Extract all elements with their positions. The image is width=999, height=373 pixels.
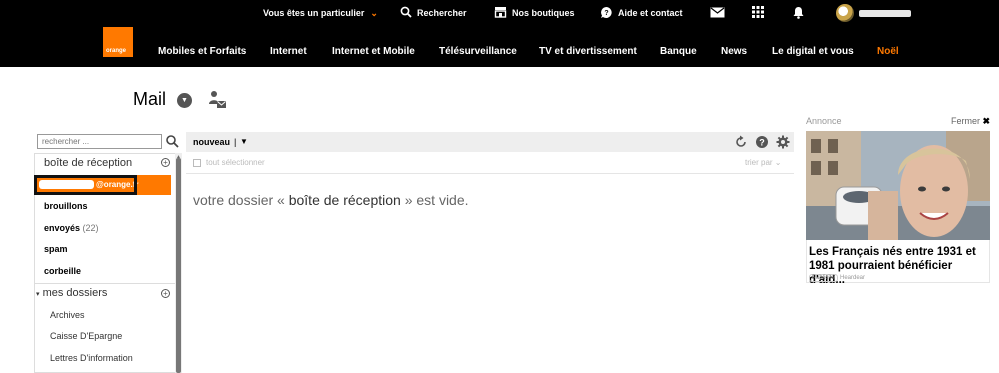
refresh-button[interactable] <box>734 135 748 149</box>
nav-item-internet-mobile[interactable]: Internet et Mobile <box>332 46 415 57</box>
selection-bar <box>186 154 794 174</box>
divider <box>34 283 175 284</box>
top-bar: Vous êtes un particulier ⌄ Rechercher No… <box>0 0 999 67</box>
folder-search-input[interactable] <box>37 134 162 149</box>
search-icon <box>166 135 179 148</box>
logo-text: orange <box>106 48 127 54</box>
particulier-menu[interactable]: Vous êtes un particulier ⌄ <box>263 0 378 26</box>
shop-icon <box>494 6 507 20</box>
apps-button[interactable] <box>752 0 764 26</box>
nav-item-digital[interactable]: Le digital et vous <box>772 46 854 57</box>
chevron-down-icon: ⌄ <box>370 7 378 18</box>
sort-label: trier par <box>745 158 773 167</box>
ad-close-button[interactable]: Fermer ✖ <box>951 116 990 127</box>
help-icon: ? <box>756 136 768 148</box>
new-options-dropdown[interactable]: ▼ <box>240 137 248 146</box>
page-title: Mail <box>133 89 167 109</box>
help-bubble-icon: ? <box>600 6 613 21</box>
help-link-label: Aide et contact <box>618 8 683 18</box>
folder-scrollbar-thumb[interactable] <box>176 158 181 373</box>
gear-icon <box>776 135 790 149</box>
help-link[interactable]: ? Aide et contact <box>600 0 683 26</box>
empty-message-prefix: votre dossier « <box>193 192 289 208</box>
notifications-button[interactable] <box>793 0 804 26</box>
new-message-button[interactable]: nouveau <box>193 137 230 147</box>
contacts-icon <box>209 91 226 108</box>
my-folders-label: mes dossiers <box>42 287 108 299</box>
button-separator: | <box>234 137 237 147</box>
user-menu[interactable] <box>836 0 911 26</box>
empty-folder-message: votre dossier « boîte de réception » est… <box>193 192 469 208</box>
ad-badge: Publicité <box>809 274 838 282</box>
select-all-checkbox[interactable] <box>193 159 201 167</box>
search-link-label: Rechercher <box>417 8 467 18</box>
nav-item-mobiles[interactable]: Mobiles et Forfaits <box>158 46 246 57</box>
select-all-label[interactable]: tout sélectionner <box>206 158 265 167</box>
empty-message-suffix: » est vide. <box>400 192 469 208</box>
empty-message-folder: boîte de réception <box>288 192 401 208</box>
svg-text:?: ? <box>759 138 765 148</box>
refresh-icon <box>736 135 746 147</box>
search-link[interactable]: Rechercher <box>400 0 467 26</box>
sort-dropdown[interactable]: trier par ⌄ <box>745 158 782 167</box>
folder-trash[interactable]: corbeille <box>44 266 81 276</box>
scroll-up-icon[interactable]: ▲ <box>176 154 181 160</box>
particulier-label: Vous êtes un particulier <box>263 8 365 18</box>
svg-text:?: ? <box>604 10 608 17</box>
ad-image[interactable] <box>806 131 990 240</box>
nav-item-telesurveillance[interactable]: Télésurveillance <box>439 46 517 57</box>
folder-sent-label: envoyés <box>44 223 81 233</box>
ad-label: Annonce <box>806 116 842 126</box>
subfolder-caisse-epargne[interactable]: Caisse D'Epargne <box>50 331 122 341</box>
caret-down-icon: ▾ <box>36 291 40 298</box>
nav-item-banque[interactable]: Banque <box>660 46 697 57</box>
contacts-button[interactable] <box>208 90 228 110</box>
close-icon: ✖ <box>982 116 991 126</box>
folder-spam[interactable]: spam <box>44 244 68 254</box>
shops-link[interactable]: Nos boutiques <box>494 0 575 26</box>
folder-sent-count: (22) <box>82 223 99 233</box>
inbox-section-label[interactable]: boîte de réception <box>44 157 132 169</box>
avatar <box>836 4 854 22</box>
account-redaction-frame <box>34 175 137 195</box>
add-account-icon[interactable]: + <box>161 158 170 167</box>
folder-search-button[interactable] <box>165 134 180 149</box>
shops-link-label: Nos boutiques <box>512 8 575 18</box>
add-folder-icon[interactable]: + <box>161 289 170 298</box>
settings-button[interactable] <box>776 135 790 149</box>
nav-item-tv[interactable]: TV et divertissement <box>539 46 637 57</box>
my-folders-section[interactable]: ▾ mes dossiers <box>36 287 107 299</box>
nav-item-news[interactable]: News <box>721 46 747 57</box>
orange-logo[interactable]: orange <box>103 27 133 57</box>
user-name-redacted <box>859 9 911 17</box>
nav-item-noel[interactable]: Noël <box>877 46 899 57</box>
chevron-down-icon: ▼ <box>181 97 188 104</box>
grid-icon <box>752 6 764 20</box>
subfolder-archives[interactable]: Archives <box>50 310 85 320</box>
nav-item-internet[interactable]: Internet <box>270 46 307 57</box>
bell-icon <box>793 6 804 21</box>
mail-envelope-button[interactable] <box>710 0 725 26</box>
folder-sent[interactable]: envoyés (22) <box>44 223 99 233</box>
subfolder-lettres[interactable]: Lettres D'information <box>50 353 133 363</box>
ad-close-label: Fermer <box>951 116 980 126</box>
ad-source: Heardear <box>840 275 866 281</box>
mail-menu-dropdown[interactable]: ▼ <box>177 93 192 108</box>
chevron-down-icon: ⌄ <box>774 158 782 167</box>
folder-drafts[interactable]: brouillons <box>44 201 88 211</box>
help-button[interactable]: ? <box>755 135 769 149</box>
search-icon <box>400 6 412 20</box>
envelope-icon <box>710 7 725 20</box>
message-toolbar <box>186 132 794 152</box>
